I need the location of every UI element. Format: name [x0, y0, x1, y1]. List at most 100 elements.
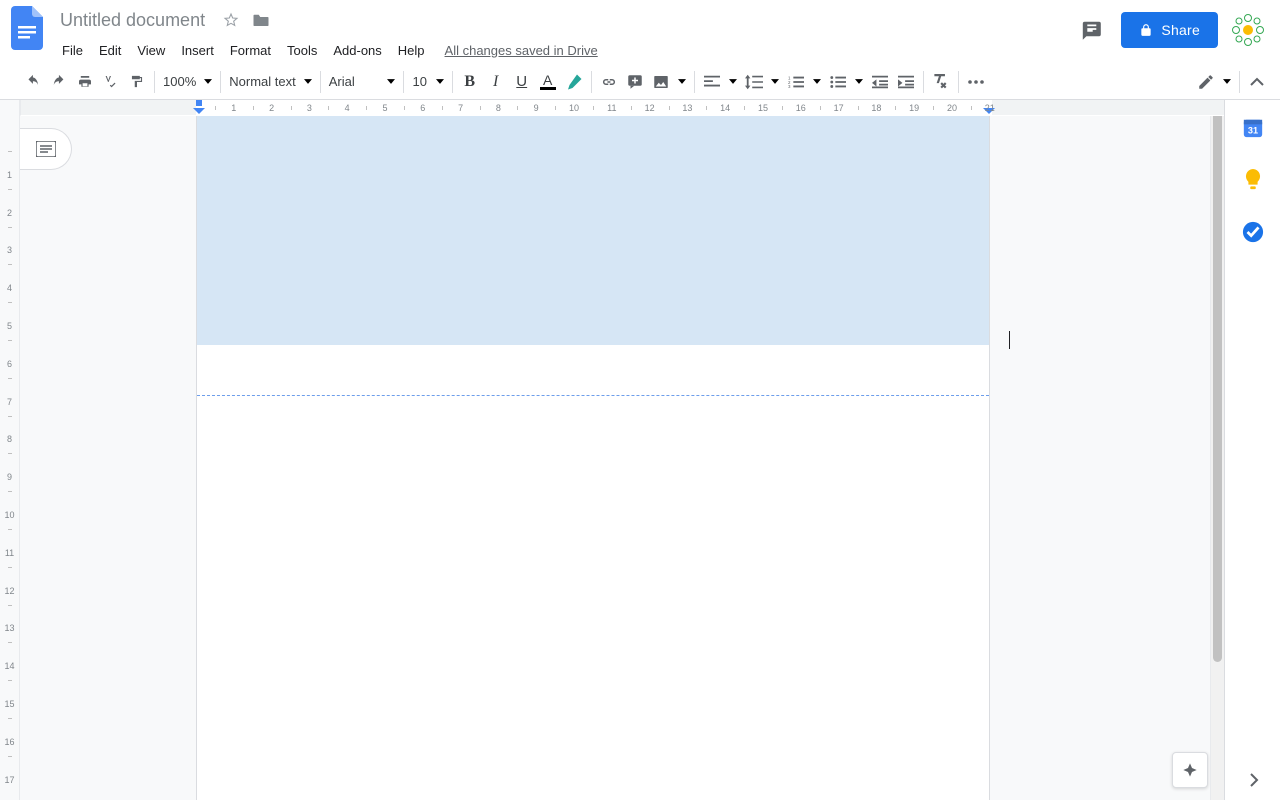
- side-panel: 31: [1224, 100, 1280, 800]
- vertical-ruler[interactable]: 1234567891011121314151617: [0, 100, 20, 800]
- font-select[interactable]: Arial: [325, 74, 383, 89]
- hide-menus-button[interactable]: [1244, 69, 1270, 95]
- h-ruler-tick: 10: [569, 103, 579, 113]
- menu-file[interactable]: File: [54, 41, 91, 60]
- h-ruler-tick: 13: [682, 103, 692, 113]
- v-ruler-tick: 1: [7, 170, 12, 180]
- paint-format-button[interactable]: [124, 69, 150, 95]
- paragraph-style-select[interactable]: Normal text: [225, 74, 299, 89]
- print-button[interactable]: [72, 69, 98, 95]
- v-ruler-tick: 15: [4, 699, 14, 709]
- h-ruler-tick: 14: [720, 103, 730, 113]
- font-size-input[interactable]: 10: [408, 74, 432, 89]
- calendar-icon[interactable]: 31: [1241, 116, 1265, 140]
- increase-indent-button[interactable]: [893, 69, 919, 95]
- insert-comment-button[interactable]: [622, 69, 648, 95]
- clear-formatting-button[interactable]: [928, 69, 954, 95]
- svg-text:3: 3: [788, 84, 791, 89]
- h-ruler-tick: 17: [834, 103, 844, 113]
- horizontal-ruler[interactable]: 123456789101112131415161718192021: [20, 100, 1224, 116]
- align-button[interactable]: [699, 69, 725, 95]
- menu-tools[interactable]: Tools: [279, 41, 325, 60]
- menu-insert[interactable]: Insert: [173, 41, 222, 60]
- menu-addons[interactable]: Add-ons: [325, 41, 389, 60]
- redo-button[interactable]: [46, 69, 72, 95]
- align-caret-icon[interactable]: [729, 79, 737, 84]
- keep-icon[interactable]: [1241, 168, 1265, 192]
- v-ruler-tick: 8: [7, 434, 12, 444]
- tasks-icon[interactable]: [1241, 220, 1265, 244]
- side-panel-collapse-button[interactable]: [1233, 760, 1273, 800]
- explore-button[interactable]: [1172, 752, 1208, 788]
- document-canvas[interactable]: [20, 100, 1224, 800]
- scrollbar-thumb[interactable]: [1213, 102, 1222, 662]
- italic-button[interactable]: I: [483, 69, 509, 95]
- highlight-color-button[interactable]: [561, 69, 587, 95]
- font-caret-icon[interactable]: [387, 79, 395, 84]
- insert-image-button[interactable]: [648, 69, 674, 95]
- comments-icon[interactable]: [1079, 16, 1107, 44]
- docs-logo-icon[interactable]: [8, 8, 48, 48]
- insert-link-button[interactable]: [596, 69, 622, 95]
- star-icon[interactable]: [221, 10, 241, 30]
- v-ruler-tick: 2: [7, 208, 12, 218]
- share-button-label: Share: [1161, 22, 1200, 38]
- v-ruler-tick: 9: [7, 472, 12, 482]
- move-folder-icon[interactable]: [251, 10, 271, 30]
- bold-button[interactable]: B: [457, 69, 483, 95]
- v-ruler-tick: 11: [5, 548, 14, 558]
- image-caret-icon[interactable]: [678, 79, 686, 84]
- spellcheck-button[interactable]: [98, 69, 124, 95]
- bulleted-caret-icon[interactable]: [855, 79, 863, 84]
- bulleted-list-button[interactable]: [825, 69, 851, 95]
- v-ruler-tick: 12: [4, 586, 14, 596]
- page[interactable]: [196, 112, 990, 800]
- undo-button[interactable]: [20, 69, 46, 95]
- h-ruler-tick: 15: [758, 103, 768, 113]
- vertical-scrollbar[interactable]: [1210, 100, 1224, 800]
- v-ruler-tick: 6: [7, 359, 12, 369]
- header-selection: [197, 113, 989, 345]
- header-boundary: [197, 395, 989, 396]
- h-ruler-tick: 12: [645, 103, 655, 113]
- h-ruler-tick: 18: [871, 103, 881, 113]
- v-ruler-tick: 17: [4, 775, 14, 785]
- line-spacing-button[interactable]: [741, 69, 767, 95]
- numbered-list-button[interactable]: 123: [783, 69, 809, 95]
- save-status[interactable]: All changes saved in Drive: [445, 43, 598, 58]
- v-ruler-tick: 7: [7, 397, 12, 407]
- editing-mode-button[interactable]: [1193, 69, 1219, 95]
- v-ruler-tick: 5: [7, 321, 12, 331]
- h-ruler-tick: 21: [985, 103, 995, 113]
- spacing-caret-icon[interactable]: [771, 79, 779, 84]
- h-ruler-tick: 2: [269, 103, 274, 113]
- menu-bar: File Edit View Insert Format Tools Add-o…: [54, 36, 598, 64]
- h-ruler-tick: 9: [534, 103, 539, 113]
- v-ruler-tick: 3: [7, 245, 12, 255]
- size-caret-icon[interactable]: [436, 79, 444, 84]
- decrease-indent-button[interactable]: [867, 69, 893, 95]
- numbered-caret-icon[interactable]: [813, 79, 821, 84]
- menu-help[interactable]: Help: [390, 41, 433, 60]
- underline-button[interactable]: U: [509, 69, 535, 95]
- share-button[interactable]: Share: [1121, 12, 1218, 48]
- document-title[interactable]: Untitled document: [54, 10, 211, 31]
- h-ruler-tick: 5: [382, 103, 387, 113]
- more-button[interactable]: [963, 69, 989, 95]
- outline-toggle-button[interactable]: [20, 128, 72, 170]
- text-color-button[interactable]: A: [535, 69, 561, 95]
- menu-edit[interactable]: Edit: [91, 41, 129, 60]
- zoom-caret-icon[interactable]: [204, 79, 212, 84]
- style-caret-icon[interactable]: [304, 79, 312, 84]
- h-ruler-tick: 4: [345, 103, 350, 113]
- h-ruler-tick: 6: [420, 103, 425, 113]
- h-ruler-tick: 8: [496, 103, 501, 113]
- mode-caret-icon[interactable]: [1223, 79, 1231, 84]
- left-indent-marker[interactable]: [193, 100, 205, 114]
- menu-format[interactable]: Format: [222, 41, 279, 60]
- editor-main: 1234567891011121314151617: [0, 100, 1224, 800]
- app-header: Untitled document File Edit View Insert …: [0, 0, 1280, 64]
- account-avatar[interactable]: [1232, 14, 1264, 46]
- zoom-select[interactable]: 100%: [159, 74, 200, 89]
- menu-view[interactable]: View: [129, 41, 173, 60]
